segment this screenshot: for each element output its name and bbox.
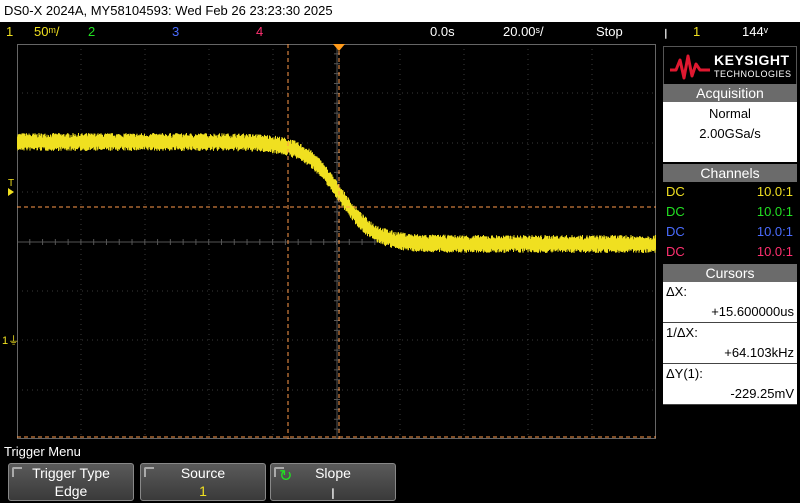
keysight-logo: KEYSIGHT TECHNOLOGIES bbox=[663, 46, 797, 86]
trigger-type-softkey[interactable]: Trigger Type Edge bbox=[8, 463, 134, 501]
channel-3-coupling: DC bbox=[666, 224, 685, 239]
channel-4-coupling: DC bbox=[666, 244, 685, 259]
channel-1-number[interactable]: 1 bbox=[6, 22, 13, 42]
acquisition-mode: Normal bbox=[709, 106, 751, 121]
channel-1-coupling: DC bbox=[666, 184, 685, 199]
channel-2-coupling: DC bbox=[666, 204, 685, 219]
channel-1-scale[interactable]: 50ᵐ/ bbox=[34, 22, 60, 42]
source-softkey[interactable]: Source 1 bbox=[140, 463, 266, 501]
ground-icon: ⏚ bbox=[8, 335, 20, 347]
channel-4-probe: 10.0:1 bbox=[756, 244, 793, 259]
time-scale[interactable]: 20.00ˢ/ bbox=[503, 22, 544, 42]
acquisition-panel: Normal 2.00GSa/s bbox=[663, 102, 797, 162]
source-value: 1 bbox=[199, 483, 207, 499]
channel-4-row[interactable]: DC 10.0:1 bbox=[663, 242, 797, 262]
inverse-delta-x-value: +64.103kHz bbox=[663, 343, 797, 364]
slope-label: Slope bbox=[315, 465, 351, 481]
cursors-panel: ΔX: +15.600000us 1/ΔX: +64.103kHz ΔY(1):… bbox=[663, 282, 797, 405]
trigger-slope-icon: ꞁ bbox=[664, 24, 668, 39]
delta-y-value: -229.25mV bbox=[663, 384, 797, 405]
waveform-svg bbox=[16, 43, 657, 440]
trigger-source: 1 bbox=[693, 24, 701, 39]
trigger-type-label: Trigger Type bbox=[32, 465, 110, 481]
channels-header[interactable]: Channels bbox=[663, 164, 797, 182]
logo-sub: TECHNOLOGIES bbox=[714, 69, 792, 79]
delta-x-value: +15.600000us bbox=[663, 302, 797, 323]
inverse-delta-x-label: 1/ΔX: bbox=[666, 325, 698, 340]
channel-2-row[interactable]: DC 10.0:1 bbox=[663, 202, 797, 222]
softkey-menu: Trigger Menu Trigger Type Edge Source 1 … bbox=[0, 443, 800, 503]
window-title: DS0-X 2024A, MY58104593: Wed Feb 26 23:2… bbox=[0, 0, 800, 22]
channels-panel: DC 10.0:1 DC 10.0:1 DC 10.0:1 DC 10.0:1 bbox=[663, 182, 797, 264]
channel-3-row[interactable]: DC 10.0:1 bbox=[663, 222, 797, 242]
acquisition-header[interactable]: Acquisition bbox=[663, 84, 797, 102]
channel-2-probe: 10.0:1 bbox=[756, 204, 793, 219]
channel-2-number[interactable]: 2 bbox=[88, 22, 95, 42]
trigger-level[interactable]: 144ᵛ bbox=[742, 22, 768, 42]
trigger-type-value: Edge bbox=[54, 483, 88, 499]
side-panel: KEYSIGHT TECHNOLOGIES Acquisition Normal… bbox=[660, 44, 800, 439]
cursors-header[interactable]: Cursors bbox=[663, 264, 797, 282]
slope-value: ꞁ bbox=[331, 483, 335, 499]
time-offset[interactable]: 0.0s bbox=[430, 22, 455, 42]
channel-1-row[interactable]: DC 10.0:1 bbox=[663, 182, 797, 202]
slope-softkey[interactable]: ↻ Slope ꞁ bbox=[270, 463, 396, 501]
channel-3-number[interactable]: 3 bbox=[172, 22, 179, 42]
delta-y-label: ΔY(1): bbox=[666, 366, 703, 381]
trigger-level-marker[interactable]: T bbox=[8, 178, 17, 196]
delta-x-label: ΔX: bbox=[666, 284, 687, 299]
channel-1-probe: 10.0:1 bbox=[756, 184, 793, 199]
source-label: Source bbox=[180, 465, 226, 481]
trigger-level-label: T bbox=[8, 178, 15, 189]
channel-1-ground-marker[interactable]: 1⏚ bbox=[2, 332, 19, 348]
sample-rate: 2.00GSa/s bbox=[699, 126, 761, 141]
run-state: Stop bbox=[596, 24, 623, 39]
keysight-wave-icon bbox=[670, 54, 710, 80]
trigger-arrow-icon bbox=[8, 188, 14, 196]
channel-3-probe: 10.0:1 bbox=[756, 224, 793, 239]
waveform-display[interactable] bbox=[16, 43, 657, 440]
logo-brand: KEYSIGHT bbox=[714, 52, 790, 68]
channel-4-number[interactable]: 4 bbox=[256, 22, 263, 42]
status-bar: 1 50ᵐ/ 2 3 4 0.0s 20.00ˢ/ Stop ꞁ 1 144ᵛ bbox=[0, 22, 800, 42]
menu-title: Trigger Menu bbox=[4, 444, 81, 459]
